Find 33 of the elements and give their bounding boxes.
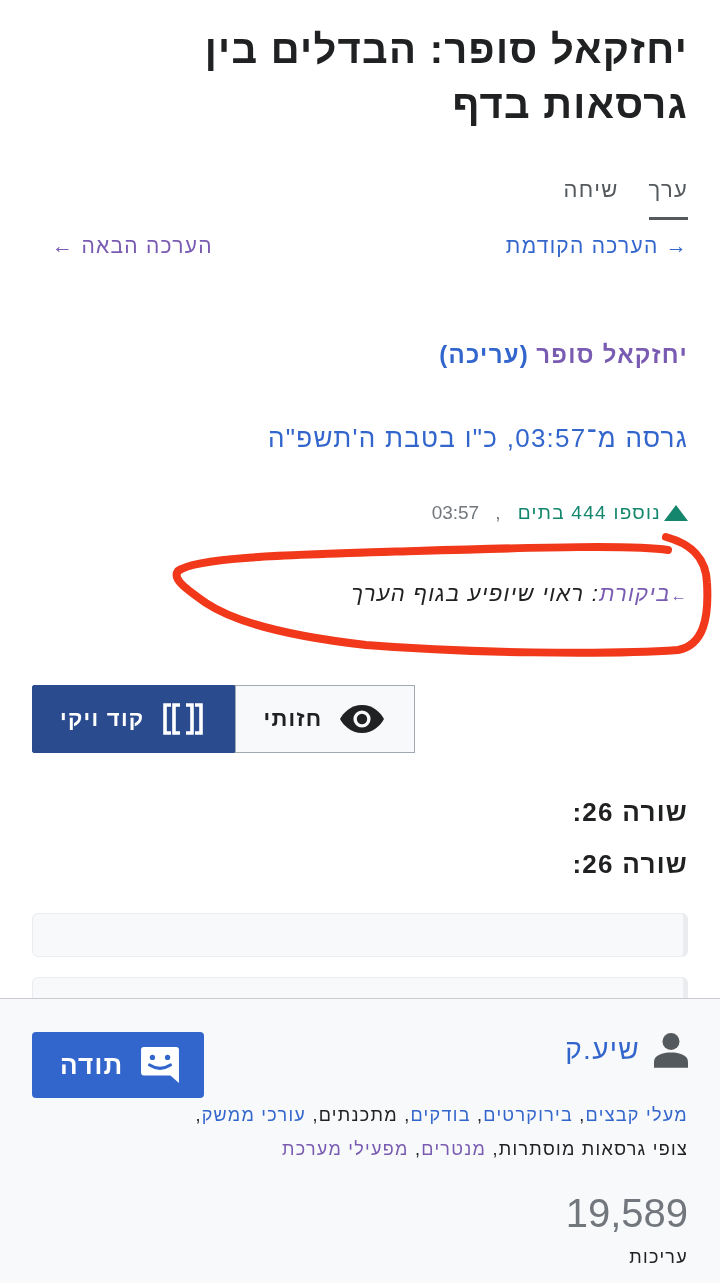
group-link[interactable]: מעלי קבצים xyxy=(585,1105,688,1125)
size-change-text: נוספו 444 בתים xyxy=(517,501,661,525)
page-title: יחזקאל סופר: הבדלים בין גרסאות בדף xyxy=(203,26,688,128)
thank-button[interactable]: תודה xyxy=(32,1032,204,1098)
line-number-heading: שורה 26: xyxy=(571,796,688,829)
group-link[interactable]: מנטרים xyxy=(421,1139,487,1159)
group-link[interactable]: עורכי ממשק xyxy=(201,1105,307,1125)
username-link[interactable]: שיע.ק xyxy=(565,1032,640,1068)
line-number-heading: שורה 26: xyxy=(571,848,688,881)
person-icon xyxy=(654,1032,688,1068)
user-groups-text: מעלי קבצים, בירוקרטים, בודקים, מתכנתים, עורכי ממשק, צופי גרסאות מוסתרות, מנטרים, מפעילי מערכת xyxy=(194,1104,688,1161)
group-link[interactable]: מפעילי מערכת xyxy=(282,1139,409,1159)
smiley-speech-bubble-icon xyxy=(140,1047,179,1083)
view-toggle-button[interactable]: קוד ויקי xyxy=(32,685,236,753)
brackets-icon xyxy=(162,703,205,735)
section-link[interactable]: ← ביקורת xyxy=(599,581,688,606)
triangle-up-icon xyxy=(664,505,688,521)
next-edit-link[interactable]: הערכה הבאה ← xyxy=(52,231,213,261)
author-link[interactable]: יחזקאל סופר xyxy=(536,338,688,372)
edit-link[interactable]: (עריכה) xyxy=(439,338,530,372)
edit-count: 19,589 xyxy=(564,1190,688,1237)
eye-icon xyxy=(340,705,385,733)
edit-summary-text: ← ביקורת: ראוי שיופיע בגוף הערך xyxy=(350,580,688,608)
edit-count-label: עריכות xyxy=(628,1246,688,1269)
separator-text: , xyxy=(495,501,502,525)
tab[interactable]: שיחה xyxy=(563,175,619,220)
revision-link[interactable]: גרסה מ־03:57, כ"ו בטבת ה'תשפ"ה xyxy=(268,423,688,453)
group-link[interactable]: בירוקרטים xyxy=(483,1105,574,1125)
tab[interactable]: ערך xyxy=(648,175,688,220)
group-link[interactable]: בודקים xyxy=(410,1105,471,1125)
previous-edit-link[interactable]: → הערכה הקודמת xyxy=(505,231,688,261)
edit-time: 03:57 xyxy=(431,501,480,525)
view-toggle-button[interactable]: חזותי xyxy=(235,685,416,753)
